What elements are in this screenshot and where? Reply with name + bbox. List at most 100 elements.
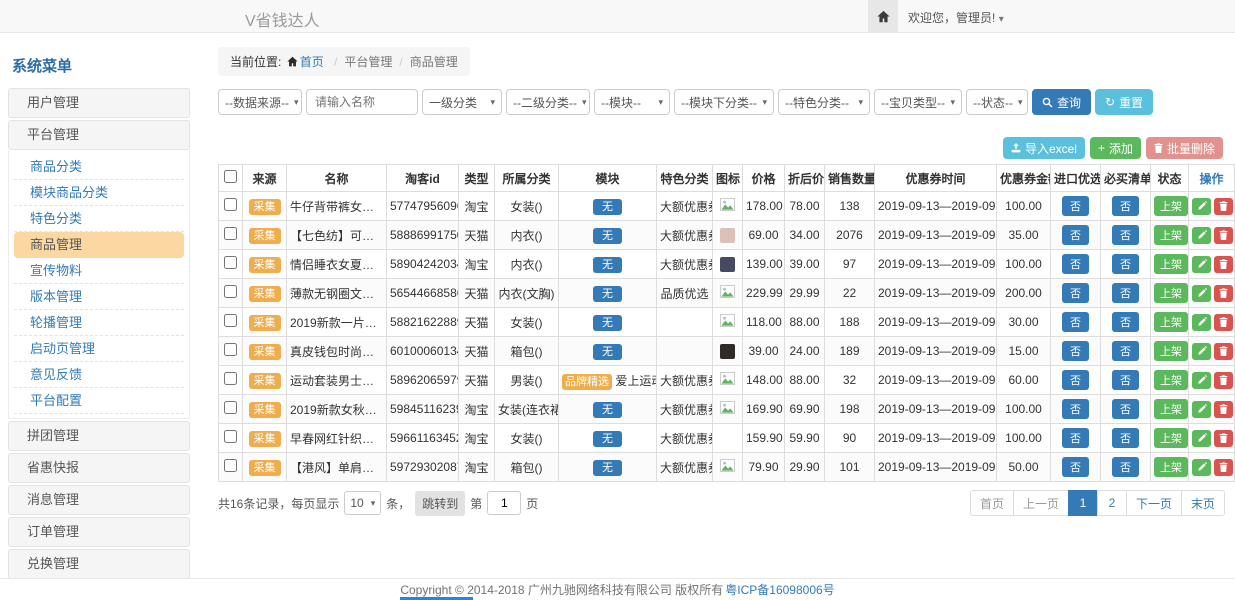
filter-select-source[interactable]: --数据来源-- ▾ [218,89,302,115]
edit-button[interactable] [1192,285,1211,302]
name-search-input[interactable] [306,89,418,115]
edit-button[interactable] [1192,401,1211,418]
delete-button[interactable] [1214,401,1233,418]
sidebar-item-特色分类[interactable]: 特色分类 [14,206,184,232]
import-select-button[interactable]: 否 [1062,457,1089,477]
sidebar-item-意见反馈[interactable]: 意见反馈 [14,362,184,388]
sidebar-item-商品分类[interactable]: 商品分类 [14,154,184,180]
must-buy-button[interactable]: 否 [1112,428,1139,448]
sidebar-group-兑换管理[interactable]: 兑换管理 [8,549,190,579]
import-select-button[interactable]: 否 [1062,341,1089,361]
user-menu[interactable]: 欢迎您，管理员! ▾ [908,9,1004,26]
filter-select-1[interactable]: 一级分类▾ [422,89,502,115]
import-select-button[interactable]: 否 [1062,370,1089,390]
page-button-下一页[interactable]: 下一页 [1126,490,1182,516]
status-button[interactable]: 上架 [1154,196,1188,216]
status-button[interactable]: 上架 [1154,457,1188,477]
page-button-2[interactable]: 2 [1097,490,1127,516]
filter-select-6[interactable]: --宝贝类型--▾ [874,89,962,115]
must-buy-button[interactable]: 否 [1112,312,1139,332]
edit-button[interactable] [1192,227,1211,244]
row-checkbox[interactable] [224,343,237,356]
edit-button[interactable] [1192,372,1211,389]
sidebar-item-轮播管理[interactable]: 轮播管理 [14,310,184,336]
must-buy-button[interactable]: 否 [1112,196,1139,216]
import-select-button[interactable]: 否 [1062,196,1089,216]
delete-button[interactable] [1214,343,1233,360]
sidebar-item-版本管理[interactable]: 版本管理 [14,284,184,310]
import-select-button[interactable]: 否 [1062,225,1089,245]
per-page-select[interactable]: 10 ▾ [344,491,381,515]
batch-delete-button[interactable]: 批量删除 [1146,137,1223,159]
page-button-1[interactable]: 1 [1068,490,1098,516]
import-excel-button[interactable]: 导入excel [1003,137,1085,159]
import-select-button[interactable]: 否 [1062,428,1089,448]
sidebar-group-省惠快报[interactable]: 省惠快报 [8,453,190,483]
status-button[interactable]: 上架 [1154,283,1188,303]
delete-button[interactable] [1214,256,1233,273]
breadcrumb-item-商品管理[interactable]: 商品管理 [410,55,458,69]
sidebar-item-启动页管理[interactable]: 启动页管理 [14,336,184,362]
filter-select-3[interactable]: --模块--▾ [594,89,670,115]
sidebar-group-订单管理[interactable]: 订单管理 [8,517,190,547]
row-checkbox[interactable] [224,430,237,443]
sidebar-group-平台管理[interactable]: 平台管理 [8,120,190,150]
sidebar-group-拼团管理[interactable]: 拼团管理 [8,421,190,451]
filter-select-2[interactable]: --二级分类--▾ [506,89,590,115]
import-select-button[interactable]: 否 [1062,312,1089,332]
must-buy-button[interactable]: 否 [1112,341,1139,361]
status-button[interactable]: 上架 [1154,254,1188,274]
row-checkbox[interactable] [224,285,237,298]
sidebar-item-商品管理[interactable]: 商品管理 [14,232,184,258]
row-checkbox[interactable] [224,314,237,327]
filter-select-4[interactable]: --模块下分类--▾ [674,89,774,115]
sidebar-item-模块商品分类[interactable]: 模块商品分类 [14,180,184,206]
home-button[interactable] [868,0,898,32]
status-button[interactable]: 上架 [1154,370,1188,390]
breadcrumb-item-平台管理[interactable]: 平台管理 [344,55,392,69]
must-buy-button[interactable]: 否 [1112,399,1139,419]
add-button[interactable]: + 添加 [1090,137,1141,159]
row-checkbox[interactable] [224,401,237,414]
filter-select-5[interactable]: --特色分类--▾ [778,89,870,115]
delete-button[interactable] [1214,372,1233,389]
must-buy-button[interactable]: 否 [1112,457,1139,477]
import-select-button[interactable]: 否 [1062,254,1089,274]
row-checkbox[interactable] [224,256,237,269]
search-button[interactable]: 查询 [1032,89,1091,115]
edit-button[interactable] [1192,314,1211,331]
delete-button[interactable] [1214,198,1233,215]
status-button[interactable]: 上架 [1154,312,1188,332]
must-buy-button[interactable]: 否 [1112,225,1139,245]
sidebar-group-消息管理[interactable]: 消息管理 [8,485,190,515]
select-all-checkbox[interactable] [224,170,237,183]
must-buy-button[interactable]: 否 [1112,283,1139,303]
import-select-button[interactable]: 否 [1062,283,1089,303]
reset-button[interactable]: ↻ 重置 [1095,89,1153,115]
import-select-button[interactable]: 否 [1062,399,1089,419]
sidebar-item-平台配置[interactable]: 平台配置 [14,388,184,414]
edit-button[interactable] [1192,343,1211,360]
must-buy-button[interactable]: 否 [1112,370,1139,390]
jump-page-input[interactable] [487,491,521,515]
delete-button[interactable] [1214,227,1233,244]
row-checkbox[interactable] [224,198,237,211]
row-checkbox[interactable] [224,372,237,385]
sidebar-item-宣传物料[interactable]: 宣传物料 [14,258,184,284]
status-button[interactable]: 上架 [1154,225,1188,245]
status-button[interactable]: 上架 [1154,399,1188,419]
row-checkbox[interactable] [224,459,237,472]
status-button[interactable]: 上架 [1154,428,1188,448]
must-buy-button[interactable]: 否 [1112,254,1139,274]
filter-select-7[interactable]: --状态--▾ [966,89,1028,115]
delete-button[interactable] [1214,285,1233,302]
edit-button[interactable] [1192,430,1211,447]
page-button-末页[interactable]: 末页 [1181,490,1225,516]
status-button[interactable]: 上架 [1154,341,1188,361]
edit-button[interactable] [1192,198,1211,215]
sidebar-group-用户管理[interactable]: 用户管理 [8,88,190,118]
edit-button[interactable] [1192,459,1211,476]
delete-button[interactable] [1214,314,1233,331]
jump-button[interactable]: 跳转到 [415,491,465,516]
delete-button[interactable] [1214,459,1233,476]
